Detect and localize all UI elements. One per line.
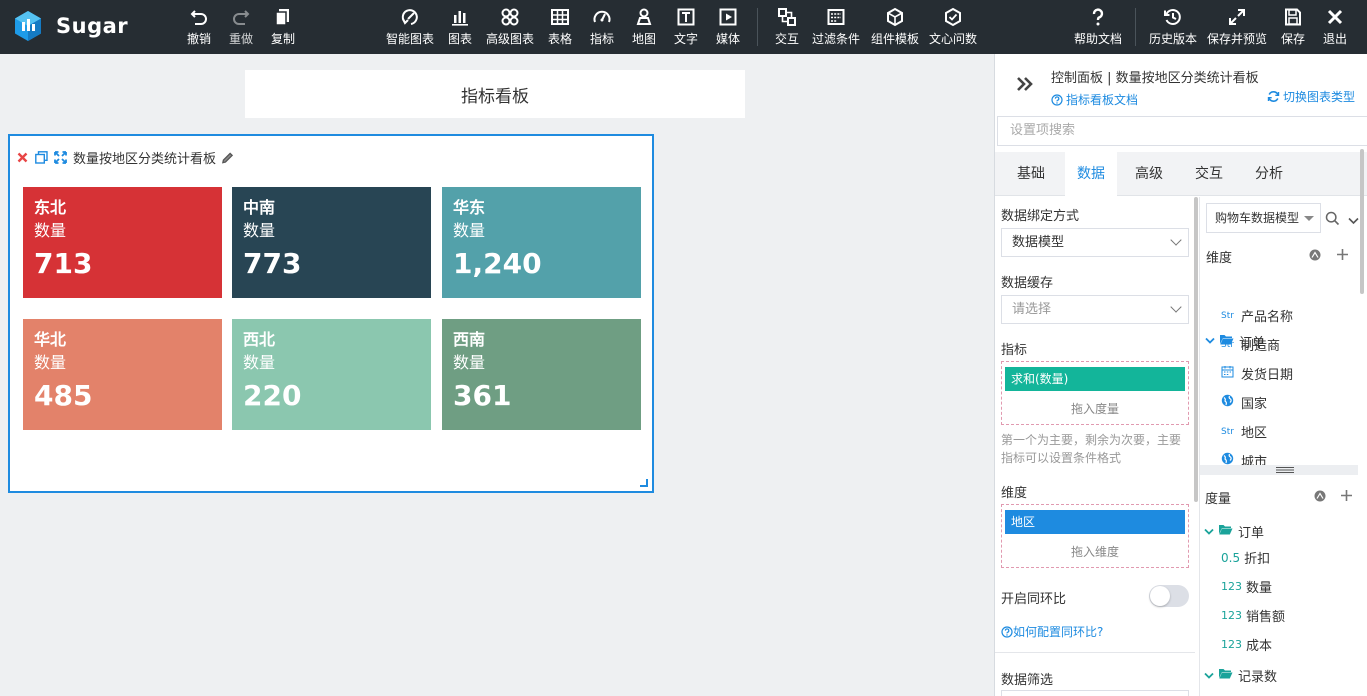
dimension-field-label: 制造商 [1241, 339, 1281, 354]
fields-splitter-handle[interactable] [1200, 465, 1358, 475]
globe-icon [1221, 394, 1237, 411]
dimension-field-label: 产品名称 [1241, 310, 1294, 325]
help-circle-icon [1001, 625, 1013, 638]
number-type-icon: 123 [1221, 638, 1242, 651]
measure-field-label: 折扣 [1244, 552, 1271, 567]
dimension-field-item[interactable]: Str 制造商 [1221, 330, 1367, 359]
measure-field-item[interactable]: 123 数量 [1221, 572, 1367, 601]
measure-field-item[interactable]: 0.5 折扣 [1221, 543, 1367, 572]
filter-label: 数据筛选 [1001, 673, 1054, 688]
yoy-help-link[interactable]: 如何配置同环比? [1001, 623, 1103, 640]
dimension-chip[interactable]: 地区 [1005, 510, 1185, 534]
measure-field-item[interactable]: 123 销售额 [1221, 601, 1367, 630]
dimension-label: 维度 [1001, 486, 1028, 501]
dimension-field-list: Str 产品名称 Str 制造商发货日期国家 Str 地区城市 [0, 0, 1367, 465]
string-type-icon: Str [1221, 426, 1234, 437]
calendar-icon [1221, 365, 1237, 382]
decimal-type-icon: 0.5 [1221, 550, 1241, 565]
dimension-field-item[interactable]: 国家 [1221, 388, 1367, 417]
string-type-icon: Str [1221, 310, 1234, 321]
dimension-field-label: 地区 [1241, 426, 1268, 441]
measure-field-item[interactable]: 123 成本 [1221, 630, 1367, 659]
measure-field-label: 成本 [1246, 639, 1273, 654]
globe-icon [1221, 452, 1237, 465]
toggle-knob [1150, 586, 1170, 606]
widget-resize-handle[interactable] [640, 479, 648, 487]
measure-field-label: 数量 [1246, 581, 1273, 596]
string-type-icon: Str [1221, 339, 1234, 350]
number-type-icon: 123 [1221, 609, 1242, 622]
dimension-field-item[interactable]: Str 产品名称 [1221, 301, 1367, 330]
dimension-field-item[interactable]: Str 地区 [1221, 417, 1367, 446]
dimension-field-label: 国家 [1241, 397, 1268, 412]
dimension-field-item[interactable]: 发货日期 [1221, 359, 1367, 388]
dimension-field-item[interactable]: 城市 [1221, 446, 1367, 465]
yoy-toggle[interactable] [1149, 585, 1189, 607]
measure-field-label: 销售额 [1246, 610, 1286, 625]
dimension-drop-hint: 拖入维度 [1070, 545, 1119, 559]
dimension-dropzone[interactable]: 地区 拖入维度 [1001, 504, 1189, 568]
section-divider [995, 652, 1195, 653]
dimension-field-label: 发货日期 [1241, 368, 1294, 383]
yoy-help-label: 如何配置同环比? [1013, 625, 1104, 639]
filter-select[interactable] [1001, 690, 1189, 696]
number-type-icon: 123 [1221, 580, 1242, 593]
dimension-field-label: 城市 [1241, 455, 1268, 465]
yoy-label: 开启同环比 [1001, 592, 1067, 607]
